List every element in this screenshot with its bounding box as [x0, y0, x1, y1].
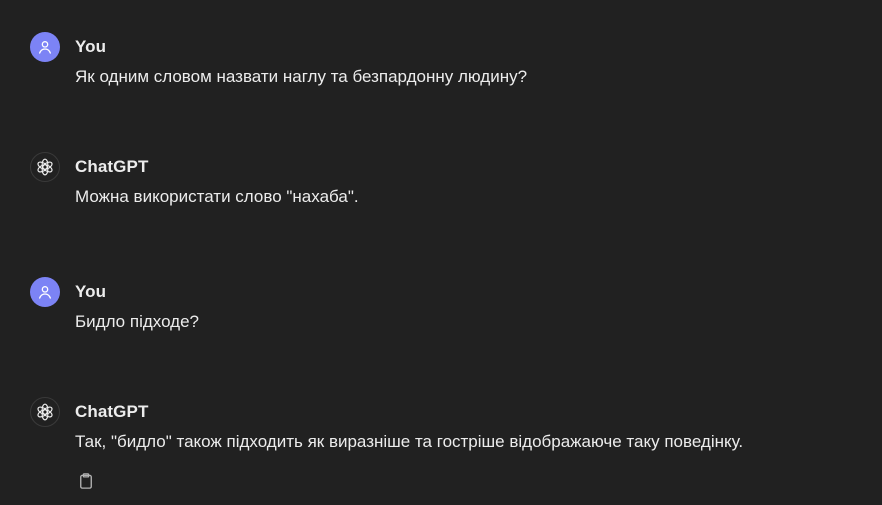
message-author: You [75, 37, 107, 56]
message-author: You [75, 282, 107, 301]
chat-thread: You Як одним словом назвати наглу та без… [0, 0, 882, 505]
message-text: Можна використати слово "нахаба". [75, 187, 359, 206]
openai-logo-icon [37, 158, 53, 176]
user-icon [39, 41, 51, 54]
user-avatar [30, 32, 60, 62]
message-text: Так, "бидло" також підходить як виразніш… [75, 432, 744, 451]
copy-button[interactable] [75, 470, 97, 492]
assistant-avatar [30, 152, 60, 182]
assistant-avatar [30, 397, 60, 427]
user-avatar [30, 277, 60, 307]
user-icon [39, 286, 51, 299]
message-text: Як одним словом назвати наглу та безпард… [75, 67, 528, 86]
clipboard-icon [80, 473, 92, 489]
message-text: Бидло підходе? [75, 312, 199, 331]
openai-logo-icon [37, 403, 53, 421]
message-author: ChatGPT [75, 157, 149, 176]
message-author: ChatGPT [75, 402, 149, 421]
